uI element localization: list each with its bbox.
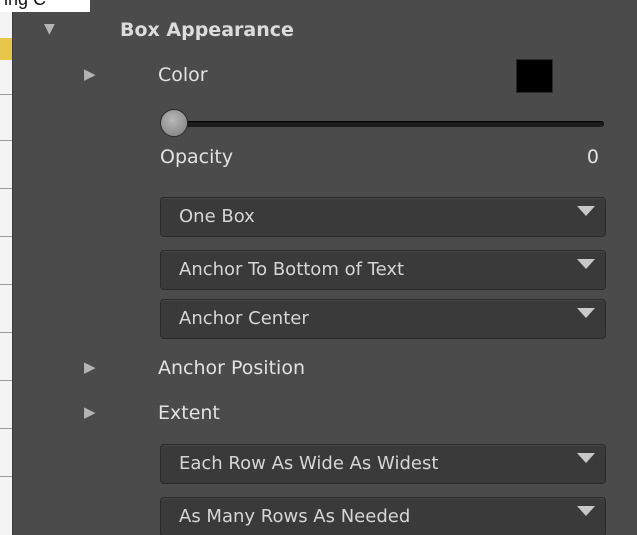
dropdown-arrow-icon (577, 259, 595, 269)
row-count-select[interactable]: As Many Rows As Needed (160, 497, 606, 535)
expand-triangle-icon[interactable]: ▶ (84, 360, 96, 375)
section-title[interactable]: Box Appearance (120, 19, 294, 41)
anchor-alignment-value: Anchor Center (179, 308, 309, 329)
row-count-value: As Many Rows As Needed (179, 506, 411, 527)
anchor-position-label[interactable]: Anchor Position (158, 357, 305, 379)
row-width-select[interactable]: Each Row As Wide As Widest (160, 444, 606, 484)
extent-label[interactable]: Extent (158, 402, 220, 424)
background-rule (0, 140, 12, 141)
background-rule (0, 476, 12, 477)
background-accent-bar (0, 38, 12, 60)
color-swatch[interactable] (516, 59, 553, 93)
expand-triangle-icon[interactable]: ▶ (84, 405, 96, 420)
background-rule (0, 284, 12, 285)
opacity-slider-track[interactable] (172, 121, 604, 127)
anchor-mode-value: Anchor To Bottom of Text (179, 259, 405, 280)
collapse-triangle-icon[interactable]: ▼ (44, 22, 55, 37)
dropdown-arrow-icon (577, 206, 595, 216)
opacity-value: 0 (586, 146, 599, 168)
background-rule (0, 332, 12, 333)
row-width-value: Each Row As Wide As Widest (179, 453, 439, 474)
anchor-alignment-select[interactable]: Anchor Center (160, 299, 606, 339)
background-rule (0, 380, 12, 381)
dropdown-arrow-icon (577, 453, 595, 463)
color-label: Color (158, 64, 208, 86)
box-count-select[interactable]: One Box (160, 197, 606, 237)
properties-panel: ing C ▼ Box Appearance ▶ Color Opacity 0… (0, 0, 637, 535)
box-count-value: One Box (179, 206, 255, 227)
clipped-background-text: ing C (0, 0, 90, 12)
opacity-label: Opacity (160, 146, 234, 168)
opacity-slider-thumb[interactable] (160, 109, 188, 137)
background-window-edge (0, 0, 13, 535)
clipped-background-label: ing C (4, 0, 46, 10)
dropdown-arrow-icon (577, 308, 595, 318)
background-rule (0, 94, 12, 95)
dropdown-arrow-icon (577, 506, 595, 516)
background-rule (0, 188, 12, 189)
expand-triangle-icon[interactable]: ▶ (84, 67, 96, 82)
background-rule (0, 236, 12, 237)
background-rule (0, 428, 12, 429)
anchor-mode-select[interactable]: Anchor To Bottom of Text (160, 250, 606, 290)
